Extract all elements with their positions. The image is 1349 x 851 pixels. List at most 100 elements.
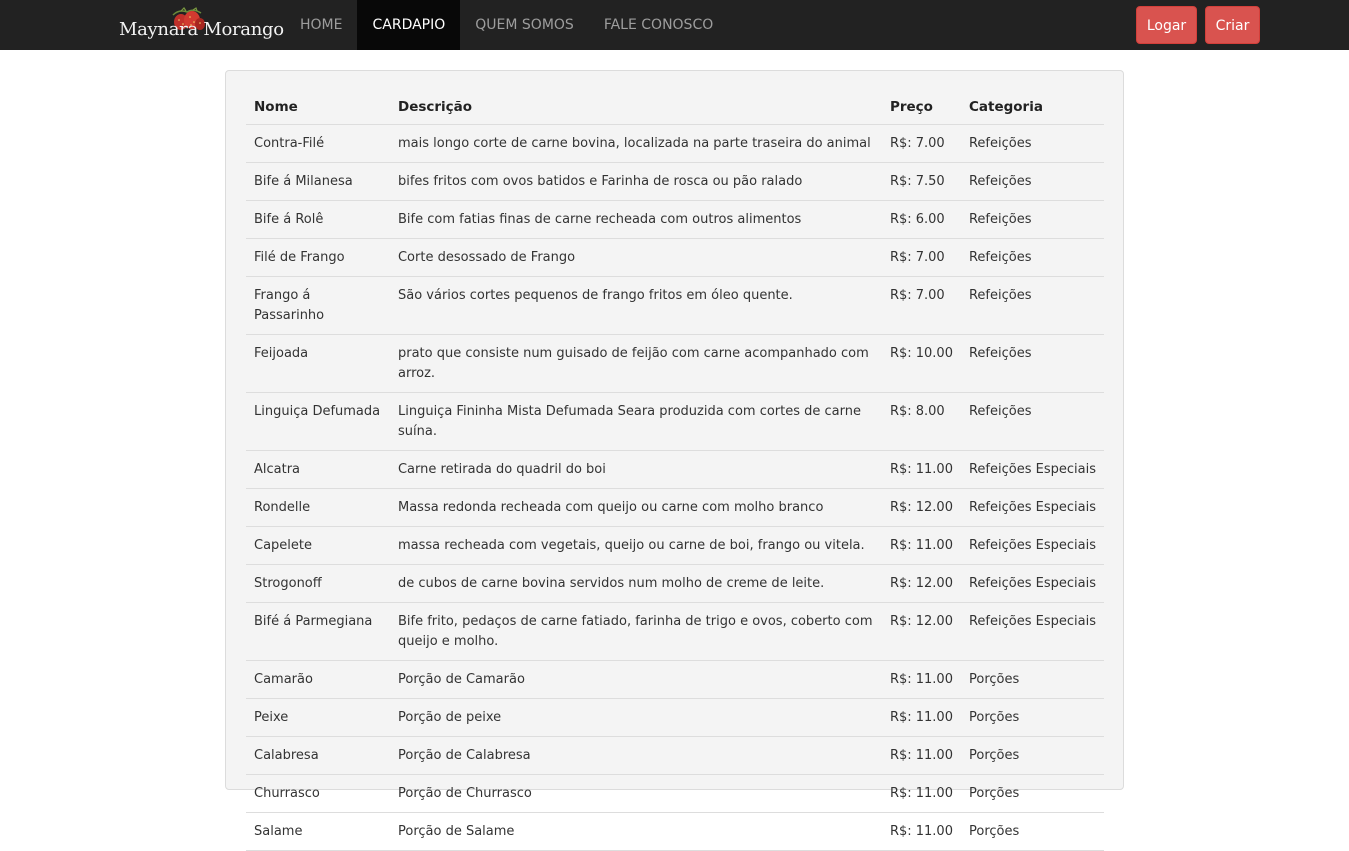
menu-table-body: Contra-Filé mais longo corte de carne bo… [246,124,1104,851]
cell-name: Alcatra [246,450,390,489]
cell-name: Rondelle [246,488,390,527]
table-row: Filé de Frango Corte desossado de Frango… [246,238,1104,277]
main-nav: HOME CARDAPIO QUEM SOMOS FALE CONOSCO [285,0,728,50]
top-navbar: Maynara Morango HOME CARDAPIO QUEM SOMOS… [0,0,1349,50]
cell-category: Refeições [960,200,1104,239]
cell-price: R$: 11.00 [881,450,961,489]
table-row: Bifé á Parmegiana Bife frito, pedaços de… [246,602,1104,661]
cell-description: Massa redonda recheada com queijo ou car… [389,488,882,527]
cell-price: R$: 8.00 [881,392,961,451]
table-row: Salame Porção de Salame R$: 11.00 Porçõe… [246,812,1104,851]
create-account-button[interactable]: Criar [1205,6,1260,44]
cell-category: Refeições Especiais [960,526,1104,565]
cell-name: Churrasco [246,774,390,813]
cell-name: Calabresa [246,736,390,775]
column-header-category: Categoria [960,89,1104,125]
cell-category: Refeições Especiais [960,450,1104,489]
table-header-row: Nome Descrição Preço Categoria [246,89,1104,125]
cell-category: Refeições [960,124,1104,163]
cell-description: Porção de Camarão [389,660,882,699]
table-row: Rondelle Massa redonda recheada com quei… [246,488,1104,527]
cell-description: de cubos de carne bovina servidos num mo… [389,564,882,603]
table-row: Camarão Porção de Camarão R$: 11.00 Porç… [246,660,1104,699]
cell-name: Peixe [246,698,390,737]
menu-table: Nome Descrição Preço Categoria Contra-Fi… [246,89,1104,851]
table-row: Contra-Filé mais longo corte de carne bo… [246,124,1104,163]
cell-price: R$: 7.00 [881,238,961,277]
cell-name: Strogonoff [246,564,390,603]
nav-fale-conosco[interactable]: FALE CONOSCO [589,0,728,50]
table-row: Linguiça Defumada Linguiça Fininha Mista… [246,392,1104,451]
cell-category: Refeições Especiais [960,564,1104,603]
cell-description: Porção de peixe [389,698,882,737]
cell-category: Porções [960,736,1104,775]
cell-name: Camarão [246,660,390,699]
cell-description: Porção de Churrasco [389,774,882,813]
cell-name: Linguiça Defumada [246,392,390,451]
cell-category: Refeições [960,334,1104,393]
cell-name: Bife á Milanesa [246,162,390,201]
cell-category: Refeições [960,238,1104,277]
cell-description: Linguiça Fininha Mista Defumada Seara pr… [389,392,882,451]
table-row: Alcatra Carne retirada do quadril do boi… [246,450,1104,489]
cell-category: Refeições [960,392,1104,451]
column-header-price: Preço [881,89,961,125]
cell-price: R$: 11.00 [881,774,961,813]
cell-name: Bifé á Parmegiana [246,602,390,661]
cell-description: Corte desossado de Frango [389,238,882,277]
cell-price: R$: 11.00 [881,660,961,699]
nav-home[interactable]: HOME [285,0,357,50]
cell-name: Salame [246,812,390,851]
cell-price: R$: 7.00 [881,124,961,163]
cell-name: Bife á Rolê [246,200,390,239]
cell-category: Refeições [960,162,1104,201]
cell-description: Porção de Calabresa [389,736,882,775]
cell-category: Porções [960,812,1104,851]
cell-category: Refeições [960,276,1104,335]
table-row: Strogonoff de cubos de carne bovina serv… [246,564,1104,603]
menu-panel: Nome Descrição Preço Categoria Contra-Fi… [225,70,1124,851]
cell-price: R$: 11.00 [881,736,961,775]
cell-category: Refeições Especiais [960,602,1104,661]
table-row: Frango á Passarinho São vários cortes pe… [246,276,1104,335]
cell-price: R$: 6.00 [881,200,961,239]
cell-description: bifes fritos com ovos batidos e Farinha … [389,162,882,201]
login-button[interactable]: Logar [1136,6,1197,44]
cell-name: Feijoada [246,334,390,393]
cell-name: Frango á Passarinho [246,276,390,335]
nav-quem-somos[interactable]: QUEM SOMOS [460,0,589,50]
cell-name: Filé de Frango [246,238,390,277]
table-row: Feijoada prato que consiste num guisado … [246,334,1104,393]
cell-description: Carne retirada do quadril do boi [389,450,882,489]
table-row: Calabresa Porção de Calabresa R$: 11.00 … [246,736,1104,775]
cell-price: R$: 11.00 [881,812,961,851]
cell-price: R$: 10.00 [881,334,961,393]
cell-description: prato que consiste num guisado de feijão… [389,334,882,393]
cell-price: R$: 11.00 [881,526,961,565]
table-row: Peixe Porção de peixe R$: 11.00 Porções [246,698,1104,737]
table-row: Bife á Milanesa bifes fritos com ovos ba… [246,162,1104,201]
cell-name: Capelete [246,526,390,565]
cell-price: R$: 12.00 [881,602,961,661]
table-row: Churrasco Porção de Churrasco R$: 11.00 … [246,774,1104,813]
cell-description: Porção de Salame [389,812,882,851]
column-header-description: Descrição [389,89,882,125]
table-row: Capelete massa recheada com vegetais, qu… [246,526,1104,565]
cell-description: mais longo corte de carne bovina, locali… [389,124,882,163]
cell-description: Bife frito, pedaços de carne fatiado, fa… [389,602,882,661]
nav-cardapio[interactable]: CARDAPIO [357,0,461,50]
brand-name: Maynara Morango [119,19,284,40]
column-header-name: Nome [246,89,390,125]
cell-category: Porções [960,774,1104,813]
cell-name: Contra-Filé [246,124,390,163]
cell-description: São vários cortes pequenos de frango fri… [389,276,882,335]
brand-link[interactable]: Maynara Morango [119,7,284,47]
cell-description: Bife com fatias finas de carne recheada … [389,200,882,239]
cell-category: Refeições Especiais [960,488,1104,527]
table-row: Bife á Rolê Bife com fatias finas de car… [246,200,1104,239]
cell-price: R$: 7.00 [881,276,961,335]
cell-description: massa recheada com vegetais, queijo ou c… [389,526,882,565]
cell-price: R$: 11.00 [881,698,961,737]
cell-category: Porções [960,698,1104,737]
cell-price: R$: 12.00 [881,564,961,603]
